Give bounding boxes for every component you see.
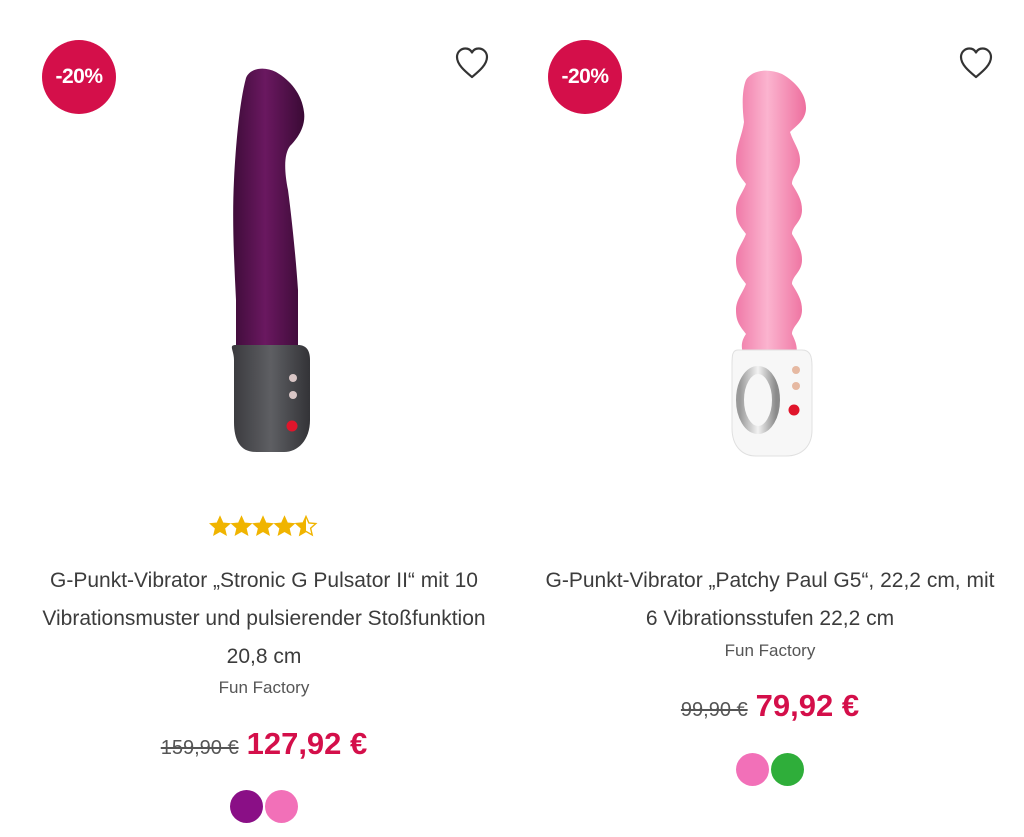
- color-swatch[interactable]: [265, 790, 298, 823]
- color-swatch[interactable]: [771, 753, 804, 786]
- product-image[interactable]: [520, 60, 1020, 480]
- color-swatches: [14, 790, 514, 823]
- product-grid: -20% G-Punkt-Vibrator „Stronic G Pulsato…: [0, 0, 1024, 837]
- product-card[interactable]: -20%: [520, 0, 1020, 837]
- price-block: 99,90 € 79,92 €: [520, 688, 1020, 724]
- old-price: 159,90 €: [160, 737, 239, 759]
- product-brand: Fun Factory: [724, 641, 816, 660]
- price-block: 159,90 € 127,92 €: [14, 726, 514, 762]
- sale-price: 79,92 €: [755, 688, 860, 723]
- old-price: 99,90 €: [680, 699, 748, 721]
- product-card[interactable]: -20%: [14, 0, 514, 837]
- product-image[interactable]: [14, 60, 514, 480]
- rating-stars: [14, 515, 514, 539]
- color-swatch[interactable]: [736, 753, 769, 786]
- color-swatches: [520, 753, 1020, 786]
- product-title[interactable]: G-Punkt-Vibrator „Stronic G Pulsator II“…: [34, 562, 494, 676]
- sale-price: 127,92 €: [246, 726, 368, 761]
- color-swatch[interactable]: [230, 790, 263, 823]
- product-brand: Fun Factory: [218, 678, 310, 697]
- product-title[interactable]: G-Punkt-Vibrator „Patchy Paul G5“, 22,2 …: [540, 562, 1000, 638]
